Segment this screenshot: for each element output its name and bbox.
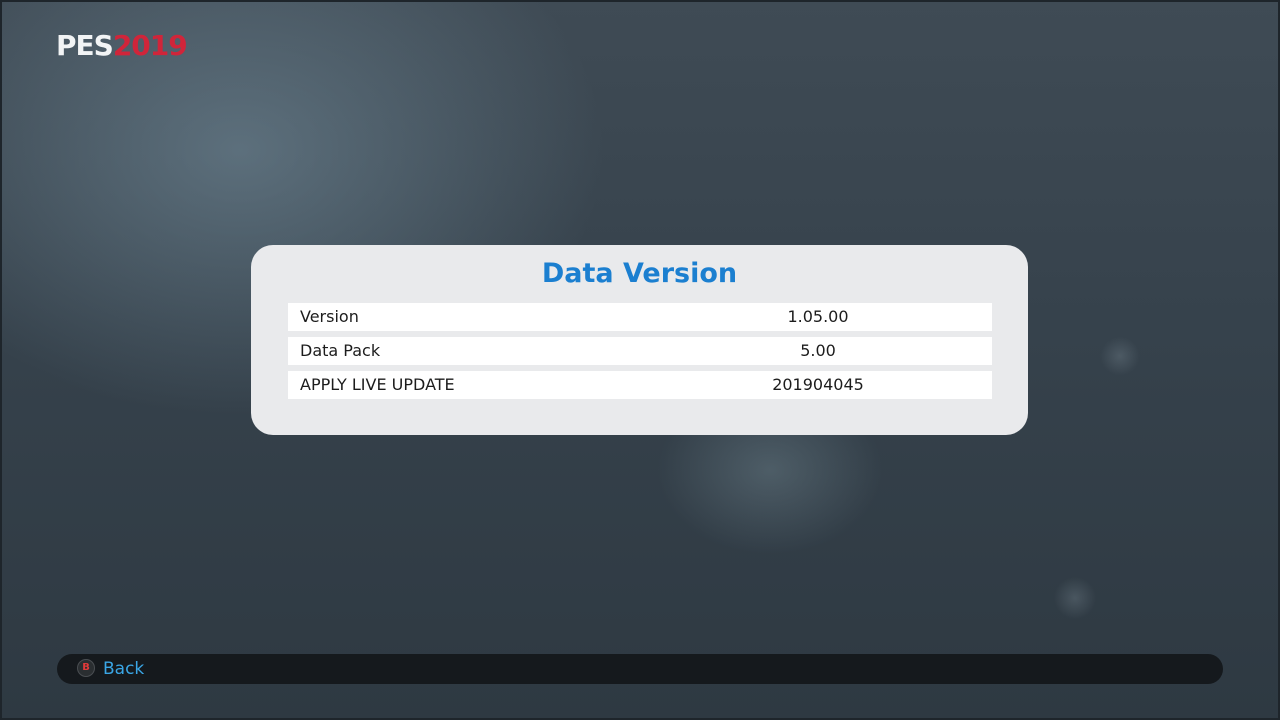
row-label: Version [300,307,359,326]
row-value: 5.00 [800,341,836,360]
logo-year: 2019 [112,29,188,62]
pes-2019-logo: PES2019 [56,29,188,62]
data-version-panel: Data Version Version 1.05.00 Data Pack 5… [251,245,1028,435]
table-row-data-pack: Data Pack 5.00 [288,337,992,365]
table-row-version: Version 1.05.00 [288,303,992,331]
footer-bar: B Back [57,654,1223,684]
row-label: APPLY LIVE UPDATE [300,375,455,394]
row-value: 201904045 [772,375,864,394]
row-label: Data Pack [300,341,381,360]
row-value: 1.05.00 [787,307,849,326]
panel-title: Data Version [541,258,738,289]
data-version-table: Version 1.05.00 Data Pack 5.00 APPLY LIV… [288,303,992,405]
back-label: Back [103,659,145,679]
b-button-icon: B [77,659,95,677]
table-row-live-update: APPLY LIVE UPDATE 201904045 [288,371,992,399]
logo-brand: PES [56,29,114,62]
